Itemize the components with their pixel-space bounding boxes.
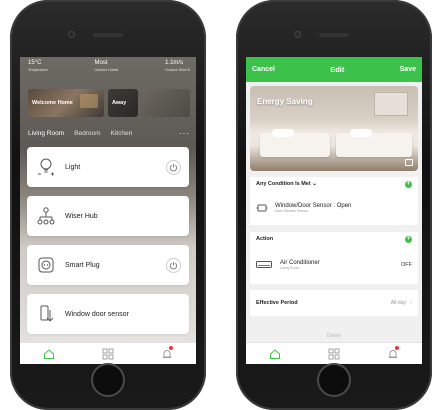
effective-period-label: Effective Period bbox=[256, 300, 298, 306]
image-icon[interactable] bbox=[405, 159, 413, 166]
action-section: Action + Air Conditioner Living Room OFF bbox=[250, 232, 418, 284]
tab-notifications[interactable] bbox=[381, 345, 405, 362]
tab-home[interactable] bbox=[37, 346, 61, 362]
action-item[interactable]: Air Conditioner Living Room OFF bbox=[250, 246, 418, 284]
tab-devices[interactable] bbox=[322, 346, 346, 362]
home-button[interactable] bbox=[91, 363, 125, 397]
cancel-button[interactable]: Cancel bbox=[252, 66, 275, 73]
photo-bed-right bbox=[336, 133, 412, 157]
scene-label: Away bbox=[112, 100, 127, 106]
condition-item[interactable]: Window/Door Sensor : Open Door Window Se… bbox=[250, 191, 418, 225]
tab-living-room[interactable]: Living Room bbox=[28, 130, 64, 137]
weather-temp: 15°C Temperature bbox=[28, 60, 48, 74]
power-button[interactable] bbox=[166, 257, 181, 273]
photo-window bbox=[374, 92, 408, 116]
effective-period-value: All-day bbox=[390, 300, 406, 306]
photo-bed-left bbox=[260, 133, 330, 157]
device-name: Smart Plug bbox=[65, 261, 100, 269]
photo-pillow bbox=[350, 129, 372, 137]
home-button[interactable] bbox=[317, 363, 351, 397]
action-header: Action + bbox=[250, 232, 418, 246]
action-text: Air Conditioner Living Room bbox=[280, 260, 320, 270]
effective-period-row[interactable]: Effective Period All-day › bbox=[250, 290, 418, 316]
notification-dot bbox=[168, 345, 173, 350]
more-icon[interactable]: ··· bbox=[179, 129, 190, 138]
condition-text: Window/Door Sensor : Open Door Window Se… bbox=[275, 203, 351, 213]
condition-label: Any Condition Is Met ⌄ bbox=[256, 181, 317, 187]
bulb-icon bbox=[35, 156, 57, 178]
device-name: Light bbox=[65, 163, 81, 171]
tab-home[interactable] bbox=[263, 346, 287, 362]
tab-notifications[interactable] bbox=[155, 345, 179, 362]
scene-label: Welcome Home bbox=[32, 100, 73, 106]
action-label: Action bbox=[256, 236, 274, 242]
weather-label: Temperature bbox=[28, 68, 48, 72]
door-sensor-icon bbox=[35, 303, 57, 325]
add-action-button[interactable]: + bbox=[405, 235, 412, 243]
action-item-value: OFF bbox=[401, 262, 412, 268]
weather-value: 15°C bbox=[28, 60, 42, 66]
bottom-tab-bar bbox=[246, 342, 422, 364]
phone-right: Cancel Edit Save Energy Saving Any Condi… bbox=[236, 0, 432, 410]
condition-section: Any Condition Is Met ⌄ + Window/Door Sen… bbox=[250, 177, 418, 225]
grid-icon bbox=[102, 348, 114, 359]
air-conditioner-icon bbox=[256, 261, 272, 268]
condition-label-text: Any Condition Is Met bbox=[256, 181, 311, 187]
scene-extra[interactable] bbox=[142, 89, 190, 117]
save-button[interactable]: Save bbox=[400, 66, 416, 73]
notification-dot bbox=[394, 345, 399, 350]
weather-value: Most bbox=[94, 60, 108, 66]
home-icon bbox=[44, 348, 55, 359]
power-button[interactable] bbox=[166, 159, 181, 175]
power-icon bbox=[169, 163, 178, 171]
scene-cover-image[interactable]: Energy Saving bbox=[250, 86, 418, 171]
tab-bedroom[interactable]: Bedroom bbox=[74, 130, 100, 137]
weather-label: Outdoor Humid bbox=[94, 68, 119, 72]
add-condition-button[interactable]: + bbox=[405, 180, 412, 188]
condition-item-subtitle: Door Window Sensor bbox=[275, 209, 309, 213]
weather-value: 1.1m/s bbox=[165, 60, 184, 66]
device-card-wiser-hub[interactable]: Wiser Hub bbox=[27, 196, 189, 236]
device-name: Wiser Hub bbox=[65, 212, 98, 220]
scene-welcome-home[interactable]: Welcome Home bbox=[28, 89, 104, 117]
scene-title[interactable]: Energy Saving bbox=[257, 97, 313, 106]
home-icon bbox=[270, 348, 281, 359]
device-name: Window door sensor bbox=[65, 310, 129, 318]
condition-header[interactable]: Any Condition Is Met ⌄ + bbox=[250, 177, 418, 191]
device-card-smart-plug[interactable]: Smart Plug bbox=[27, 245, 189, 285]
weather-wind: 1.1m/s Outdoor Wind S bbox=[165, 60, 190, 74]
earpiece bbox=[319, 33, 349, 37]
power-icon bbox=[169, 261, 178, 269]
edit-scene-screen: Cancel Edit Save Energy Saving Any Condi… bbox=[246, 57, 422, 364]
room-tabs: Living Room Bedroom Kitchen ··· bbox=[28, 129, 190, 138]
door-sensor-icon bbox=[256, 204, 268, 212]
weather-bar: 15°C Temperature Most Outdoor Humid 1.1m… bbox=[28, 60, 190, 74]
delete-button[interactable]: Delete bbox=[246, 333, 422, 339]
hub-icon bbox=[35, 205, 57, 227]
bottom-tab-bar bbox=[20, 342, 196, 364]
action-item-subtitle: Living Room bbox=[280, 266, 300, 270]
home-screen: 15°C Temperature Most Outdoor Humid 1.1m… bbox=[20, 57, 196, 364]
weather-label: Outdoor Wind S bbox=[165, 68, 190, 72]
front-camera bbox=[68, 31, 75, 38]
front-camera bbox=[294, 31, 301, 38]
stage: 15°C Temperature Most Outdoor Humid 1.1m… bbox=[0, 0, 434, 410]
tab-kitchen[interactable]: Kitchen bbox=[111, 130, 133, 137]
tab-devices[interactable] bbox=[96, 346, 120, 362]
top-bar: Cancel Edit Save bbox=[246, 57, 422, 82]
earpiece bbox=[93, 33, 123, 37]
photo-pillow bbox=[272, 129, 294, 137]
scene-away[interactable]: Away bbox=[108, 89, 138, 117]
phone-left: 15°C Temperature Most Outdoor Humid 1.1m… bbox=[10, 0, 206, 410]
chevron-right-icon: › bbox=[410, 300, 412, 306]
page-title: Edit bbox=[330, 65, 345, 74]
grid-icon bbox=[328, 348, 340, 359]
weather-humidity: Most Outdoor Humid bbox=[95, 60, 119, 74]
effective-period-content: Effective Period All-day › bbox=[250, 290, 418, 316]
scene-list: Welcome Home Away bbox=[28, 89, 190, 117]
device-card-light[interactable]: Light bbox=[27, 147, 189, 187]
plug-icon bbox=[35, 254, 57, 276]
device-card-window-door-sensor[interactable]: Window door sensor bbox=[27, 294, 189, 334]
